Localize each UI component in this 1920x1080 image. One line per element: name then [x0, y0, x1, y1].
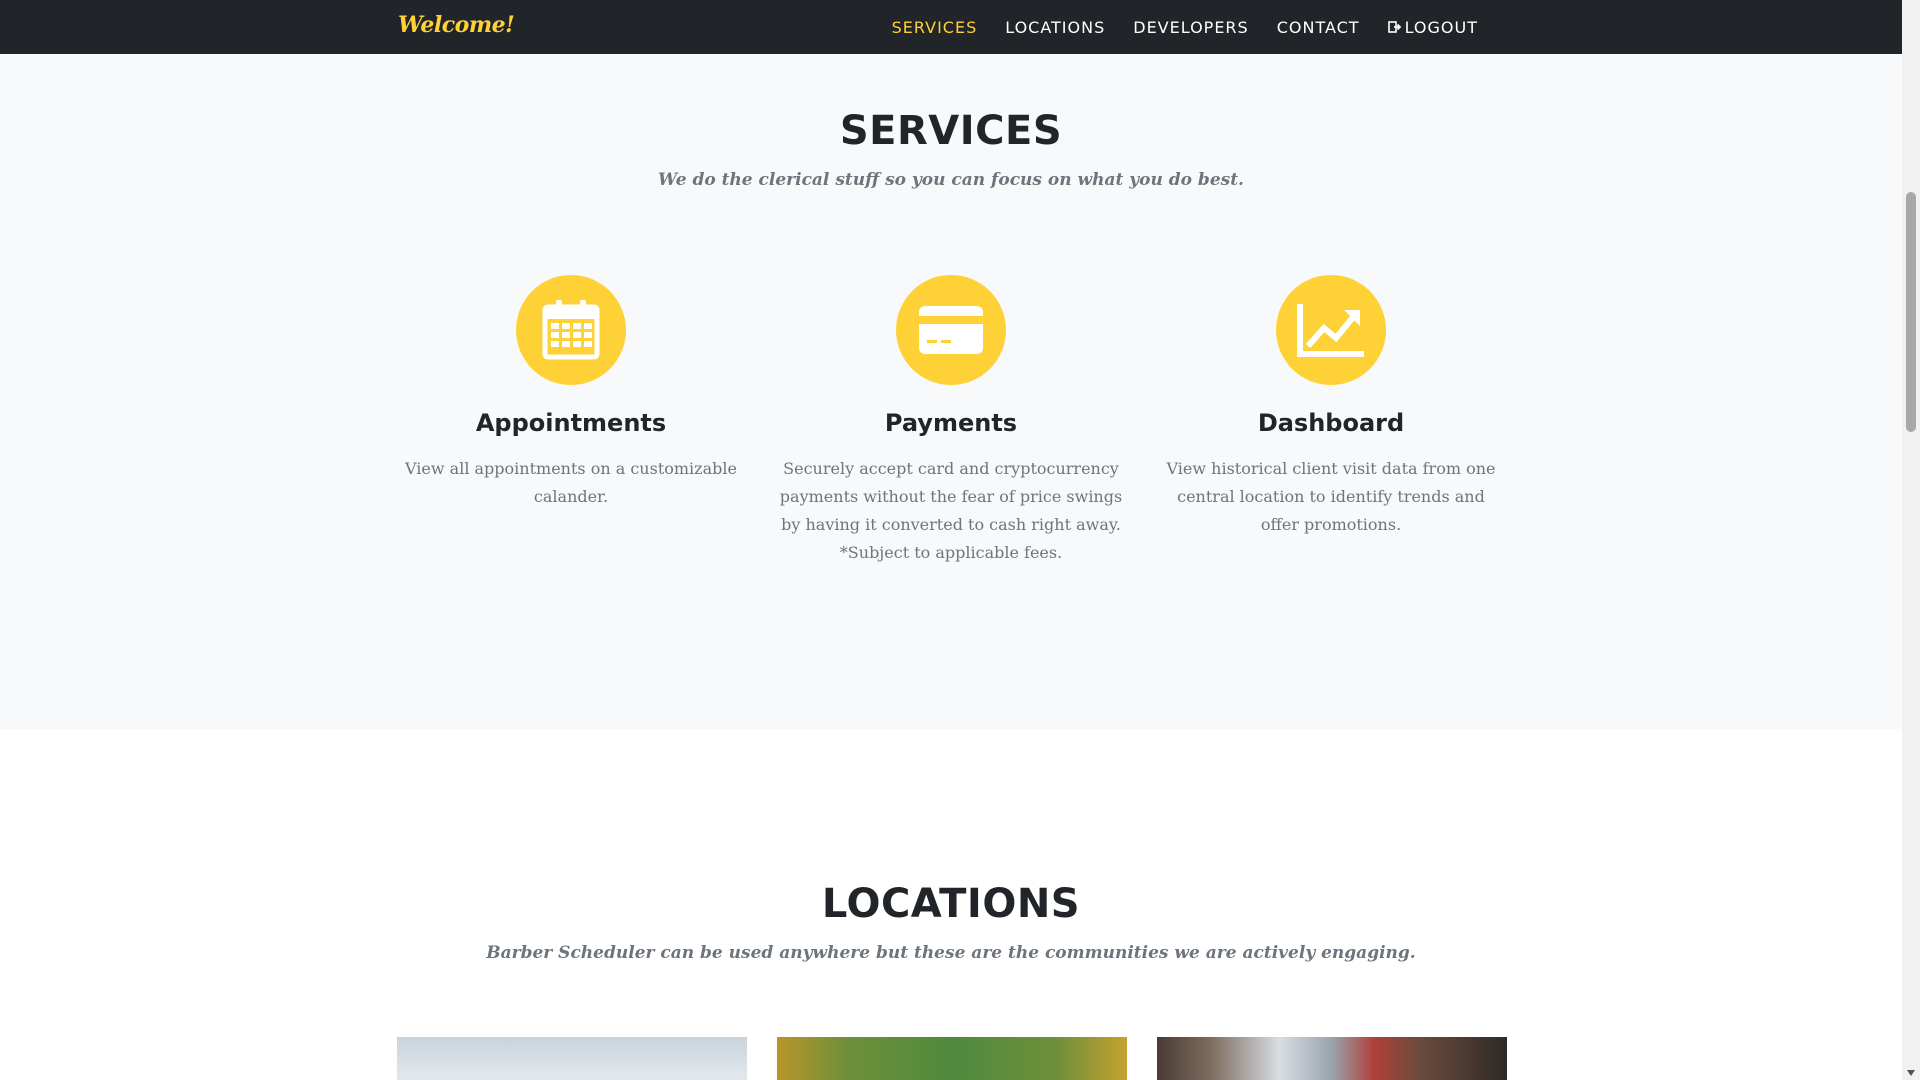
nav-item-developers[interactable]: DEVELOPERS	[1119, 18, 1262, 37]
scrollbar-thumb[interactable]	[1906, 192, 1916, 432]
service-dashboard: Dashboard View historical client visit d…	[1156, 275, 1506, 539]
calendar-icon	[542, 300, 600, 360]
credit-card-icon-circle	[896, 275, 1006, 385]
line-chart-icon-circle	[1276, 275, 1386, 385]
nav-item-logout[interactable]: LOGOUT	[1374, 18, 1492, 37]
service-description: View all appointments on a customizable …	[405, 459, 737, 506]
scroll-down-arrow-icon[interactable]	[1907, 1070, 1915, 1076]
line-chart-icon	[1297, 304, 1364, 357]
service-title: Dashboard	[1257, 409, 1405, 437]
locations-heading: LOCATIONS	[821, 881, 1081, 927]
locations-subheading: Barber Scheduler can be used anywhere bu…	[486, 943, 1416, 963]
page: Welcome! SERVICES LOCATIONS DEVELOPERS C…	[0, 0, 1902, 1080]
logout-label: LOGOUT	[1404, 17, 1478, 37]
service-appointments: Appointments View all appointments on a …	[396, 275, 746, 511]
vertical-scrollbar[interactable]	[1902, 0, 1920, 1080]
nav-menu: SERVICES LOCATIONS DEVELOPERS CONTACT LO…	[878, 0, 1492, 54]
service-title: Appointments	[475, 409, 667, 437]
service-description: Securely accept card and cryptocurrency …	[779, 459, 1123, 562]
service-payments: Payments Securely accept card and crypto…	[776, 275, 1126, 567]
location-image-1[interactable]	[397, 1037, 747, 1080]
services-subheading: We do the clerical stuff so you can focu…	[658, 170, 1244, 190]
credit-card-icon	[919, 306, 983, 354]
locations-section: LOCATIONS Barber Scheduler can be used a…	[0, 729, 1902, 1080]
nav-item-locations[interactable]: LOCATIONS	[991, 18, 1119, 37]
calendar-icon-circle	[516, 275, 626, 385]
location-image-2[interactable]	[777, 1037, 1127, 1080]
navbar: Welcome! SERVICES LOCATIONS DEVELOPERS C…	[0, 0, 1902, 54]
location-image-3[interactable]	[1157, 1037, 1507, 1080]
nav-item-contact[interactable]: CONTACT	[1263, 18, 1374, 37]
services-heading: SERVICES	[839, 108, 1063, 154]
sign-out-icon	[1387, 21, 1401, 33]
brand-logo[interactable]: Welcome!	[398, 12, 515, 38]
service-title: Payments	[884, 409, 1018, 437]
service-description: View historical client visit data from o…	[1166, 459, 1496, 534]
nav-item-services[interactable]: SERVICES	[878, 18, 992, 37]
services-section: SERVICES We do the clerical stuff so you…	[0, 54, 1902, 729]
